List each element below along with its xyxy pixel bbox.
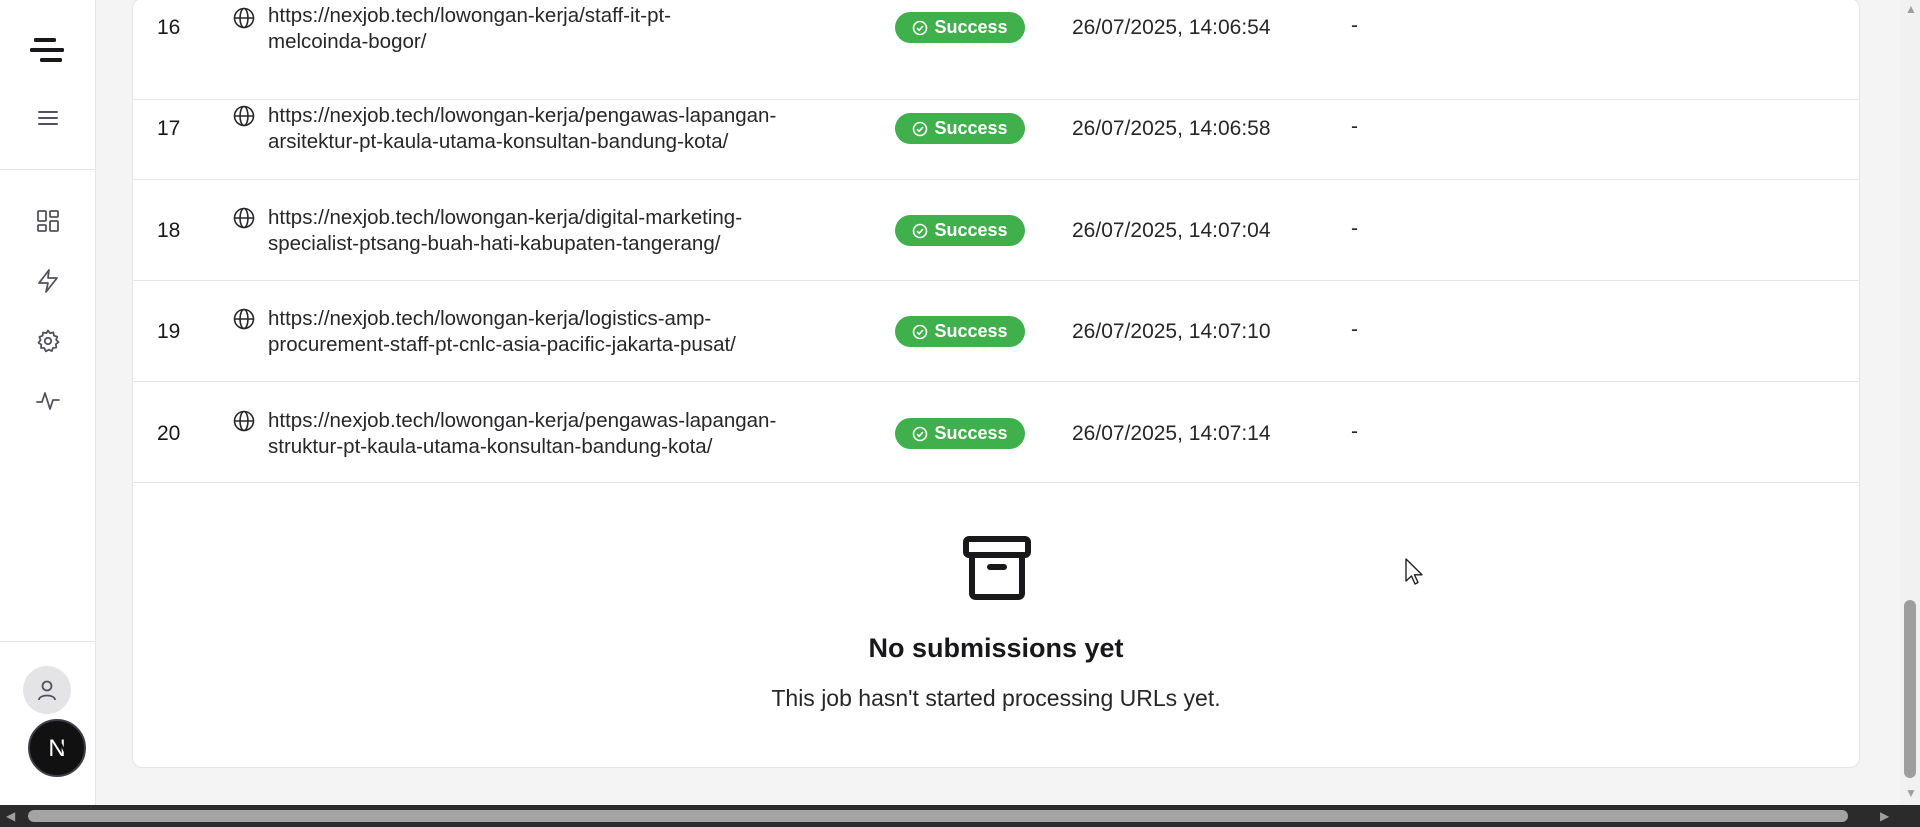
- empty-state-subtitle: This job hasn't started processing URLs …: [771, 685, 1221, 711]
- scroll-right-icon[interactable]: ▶: [1880, 809, 1889, 823]
- menu-icon[interactable]: [35, 105, 61, 131]
- sidebar-divider: [0, 169, 95, 170]
- row-number: 16: [157, 16, 181, 39]
- globe-icon: [233, 7, 255, 29]
- row-number: 17: [157, 117, 181, 140]
- globe-icon: [233, 207, 255, 229]
- vertical-scrollbar[interactable]: ▲ ▼: [1900, 0, 1920, 805]
- vertical-scroll-thumb[interactable]: [1904, 600, 1916, 778]
- check-circle-icon: [913, 121, 928, 136]
- archive-icon: [963, 536, 1031, 600]
- url-link[interactable]: https://nexjob.tech/lowongan-kerja/logis…: [268, 306, 868, 358]
- status-badge: Success: [895, 113, 1025, 144]
- dashboard-icon[interactable]: [35, 208, 61, 234]
- sidebar-divider: [0, 641, 95, 642]
- check-circle-icon: [913, 20, 928, 35]
- empty-state-title: No submissions yet: [868, 633, 1124, 663]
- timestamp: 26/07/2025, 14:06:54: [1072, 16, 1271, 39]
- lightning-icon[interactable]: [35, 268, 61, 294]
- status-badge: Success: [895, 418, 1025, 449]
- profile-avatar[interactable]: N: [28, 719, 86, 777]
- row-number: 19: [157, 320, 181, 343]
- horizontal-scroll-thumb[interactable]: [28, 810, 1848, 822]
- check-circle-icon: [913, 223, 928, 238]
- timestamp: 26/07/2025, 14:07:04: [1072, 219, 1271, 242]
- submissions-table: 16 https://nexjob.tech/lowongan-kerja/st…: [132, 0, 1860, 768]
- url-link[interactable]: https://nexjob.tech/lowongan-kerja/penga…: [268, 103, 868, 155]
- extra-value: -: [1351, 217, 1358, 240]
- status-badge: Success: [895, 316, 1025, 347]
- settings-icon[interactable]: [35, 328, 61, 354]
- extra-value: -: [1351, 420, 1358, 443]
- status-badge: Success: [895, 12, 1025, 43]
- scroll-up-icon[interactable]: ▲: [1905, 2, 1917, 16]
- user-icon: [38, 680, 56, 701]
- check-circle-icon: [913, 324, 928, 339]
- timestamp: 26/07/2025, 14:07:14: [1072, 422, 1271, 445]
- globe-icon: [233, 308, 255, 330]
- row-number: 20: [157, 422, 181, 445]
- logo-icon[interactable]: [28, 34, 66, 66]
- check-circle-icon: [913, 426, 928, 441]
- globe-icon: [233, 105, 255, 127]
- scroll-left-icon[interactable]: ◀: [6, 809, 15, 823]
- timestamp: 26/07/2025, 14:07:10: [1072, 320, 1271, 343]
- scroll-down-icon[interactable]: ▼: [1905, 786, 1917, 800]
- table-row: 18 https://nexjob.tech/lowongan-kerja/di…: [133, 180, 1859, 281]
- table-row: 19 https://nexjob.tech/lowongan-kerja/lo…: [133, 281, 1859, 382]
- horizontal-scrollbar[interactable]: ◀ ▶: [0, 805, 1920, 827]
- globe-icon: [233, 410, 255, 432]
- status-badge: Success: [895, 215, 1025, 246]
- url-link[interactable]: https://nexjob.tech/lowongan-kerja/penga…: [268, 408, 868, 460]
- activity-icon[interactable]: [35, 388, 61, 414]
- timestamp: 26/07/2025, 14:06:58: [1072, 117, 1271, 140]
- table-row: 17 https://nexjob.tech/lowongan-kerja/pe…: [133, 79, 1859, 180]
- table-row: 20 https://nexjob.tech/lowongan-kerja/pe…: [133, 382, 1859, 483]
- url-link[interactable]: https://nexjob.tech/lowongan-kerja/staff…: [268, 3, 868, 55]
- extra-value: -: [1351, 14, 1358, 37]
- sidebar: N: [0, 0, 96, 805]
- user-avatar[interactable]: [23, 666, 71, 714]
- extra-value: -: [1351, 115, 1358, 138]
- row-number: 18: [157, 219, 181, 242]
- extra-value: -: [1351, 318, 1358, 341]
- mouse-cursor-icon: [1405, 558, 1423, 585]
- url-link[interactable]: https://nexjob.tech/lowongan-kerja/digit…: [268, 205, 868, 257]
